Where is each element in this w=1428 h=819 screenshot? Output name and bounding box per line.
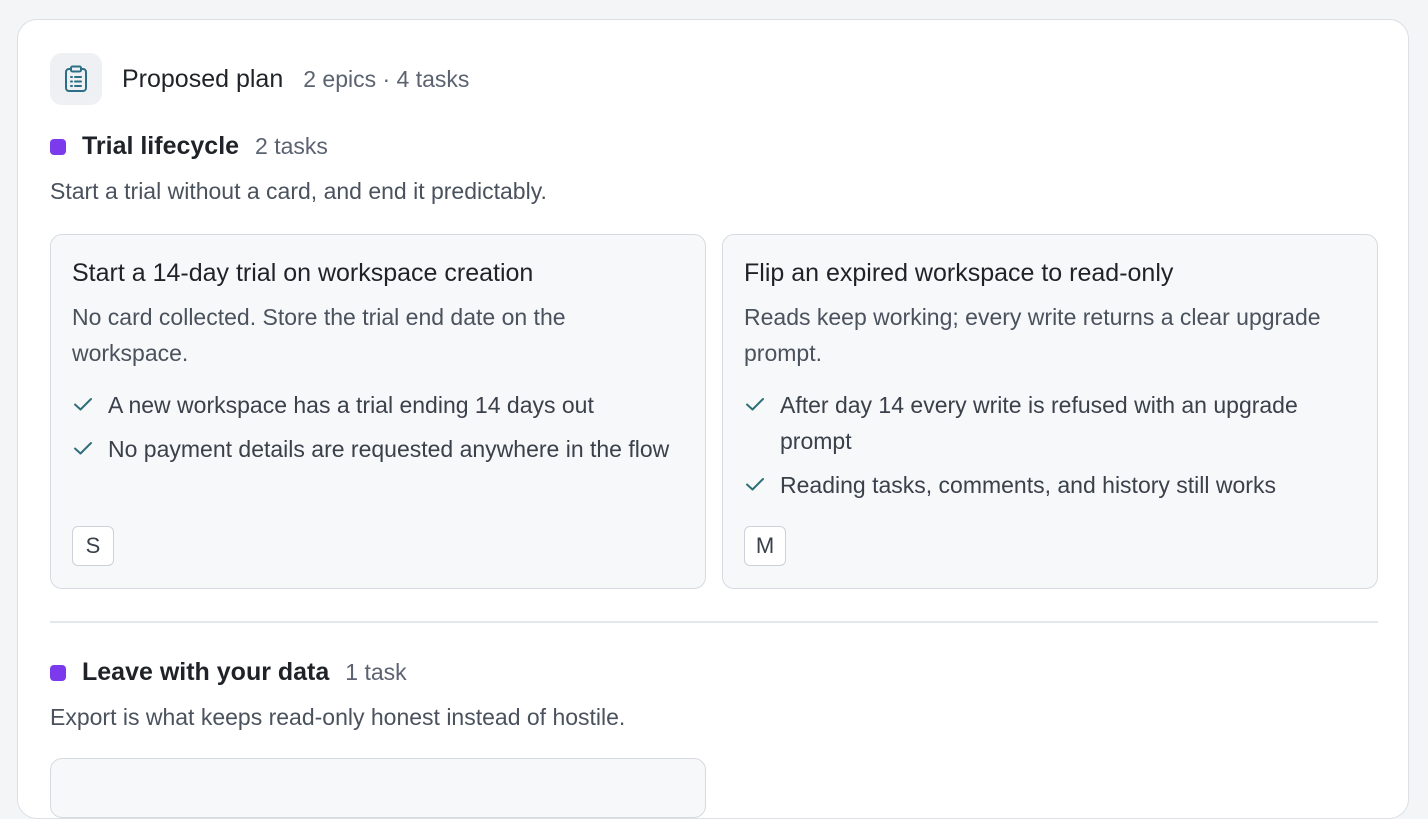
acceptance-criteria-list: A new workspace has a trial ending 14 da… <box>72 387 692 475</box>
check-icon <box>746 478 764 491</box>
task-size-badge: M <box>744 526 786 566</box>
epic-description: Export is what keeps read-only honest in… <box>50 704 626 730</box>
check-icon <box>74 398 92 411</box>
epic-header-trial-lifecycle: Trial lifecycle 2 tasks <box>50 132 328 161</box>
plan-header: Proposed plan 2 epics · 4 tasks <box>50 53 469 105</box>
task-card-read-only[interactable]: Flip an expired workspace to read-only R… <box>722 234 1378 589</box>
epic-title: Leave with your data <box>82 658 330 686</box>
task-card-start-trial[interactable]: Start a 14-day trial on workspace creati… <box>50 234 706 589</box>
plan-title: Proposed plan <box>122 64 284 93</box>
acceptance-criterion: A new workspace has a trial ending 14 da… <box>72 387 692 423</box>
check-icon <box>74 442 92 455</box>
task-description: No card collected. Store the trial end d… <box>72 304 566 366</box>
task-title: Start a 14-day trial on workspace creati… <box>72 259 534 287</box>
task-size-badge: S <box>72 526 114 566</box>
plan-meta: 2 epics · 4 tasks <box>303 65 470 92</box>
acceptance-criterion: No payment details are requested anywher… <box>72 431 692 467</box>
epic-color-dot <box>50 138 66 155</box>
task-description: Reads keep working; every write returns … <box>744 304 1321 366</box>
epic-task-count: 1 task <box>345 659 407 685</box>
check-icon <box>746 398 764 411</box>
epic-header-leave-with-data: Leave with your data 1 task <box>50 658 407 687</box>
epic-description: Start a trial without a card, and end it… <box>50 178 547 204</box>
acceptance-criterion: Reading tasks, comments, and history sti… <box>744 467 1364 503</box>
task-title: Flip an expired workspace to read-only <box>744 259 1174 287</box>
epic-color-dot <box>50 664 66 681</box>
acceptance-criterion: After day 14 every write is refused with… <box>744 387 1364 459</box>
epic-divider <box>50 621 1378 623</box>
clipboard-list-icon <box>50 53 102 105</box>
epic-task-count: 2 tasks <box>255 133 328 159</box>
acceptance-criteria-list: After day 14 every write is refused with… <box>744 387 1364 511</box>
plan-panel: Proposed plan 2 epics · 4 tasks Trial li… <box>17 19 1409 819</box>
task-card-export[interactable] <box>50 758 706 818</box>
epic-title: Trial lifecycle <box>82 132 240 160</box>
